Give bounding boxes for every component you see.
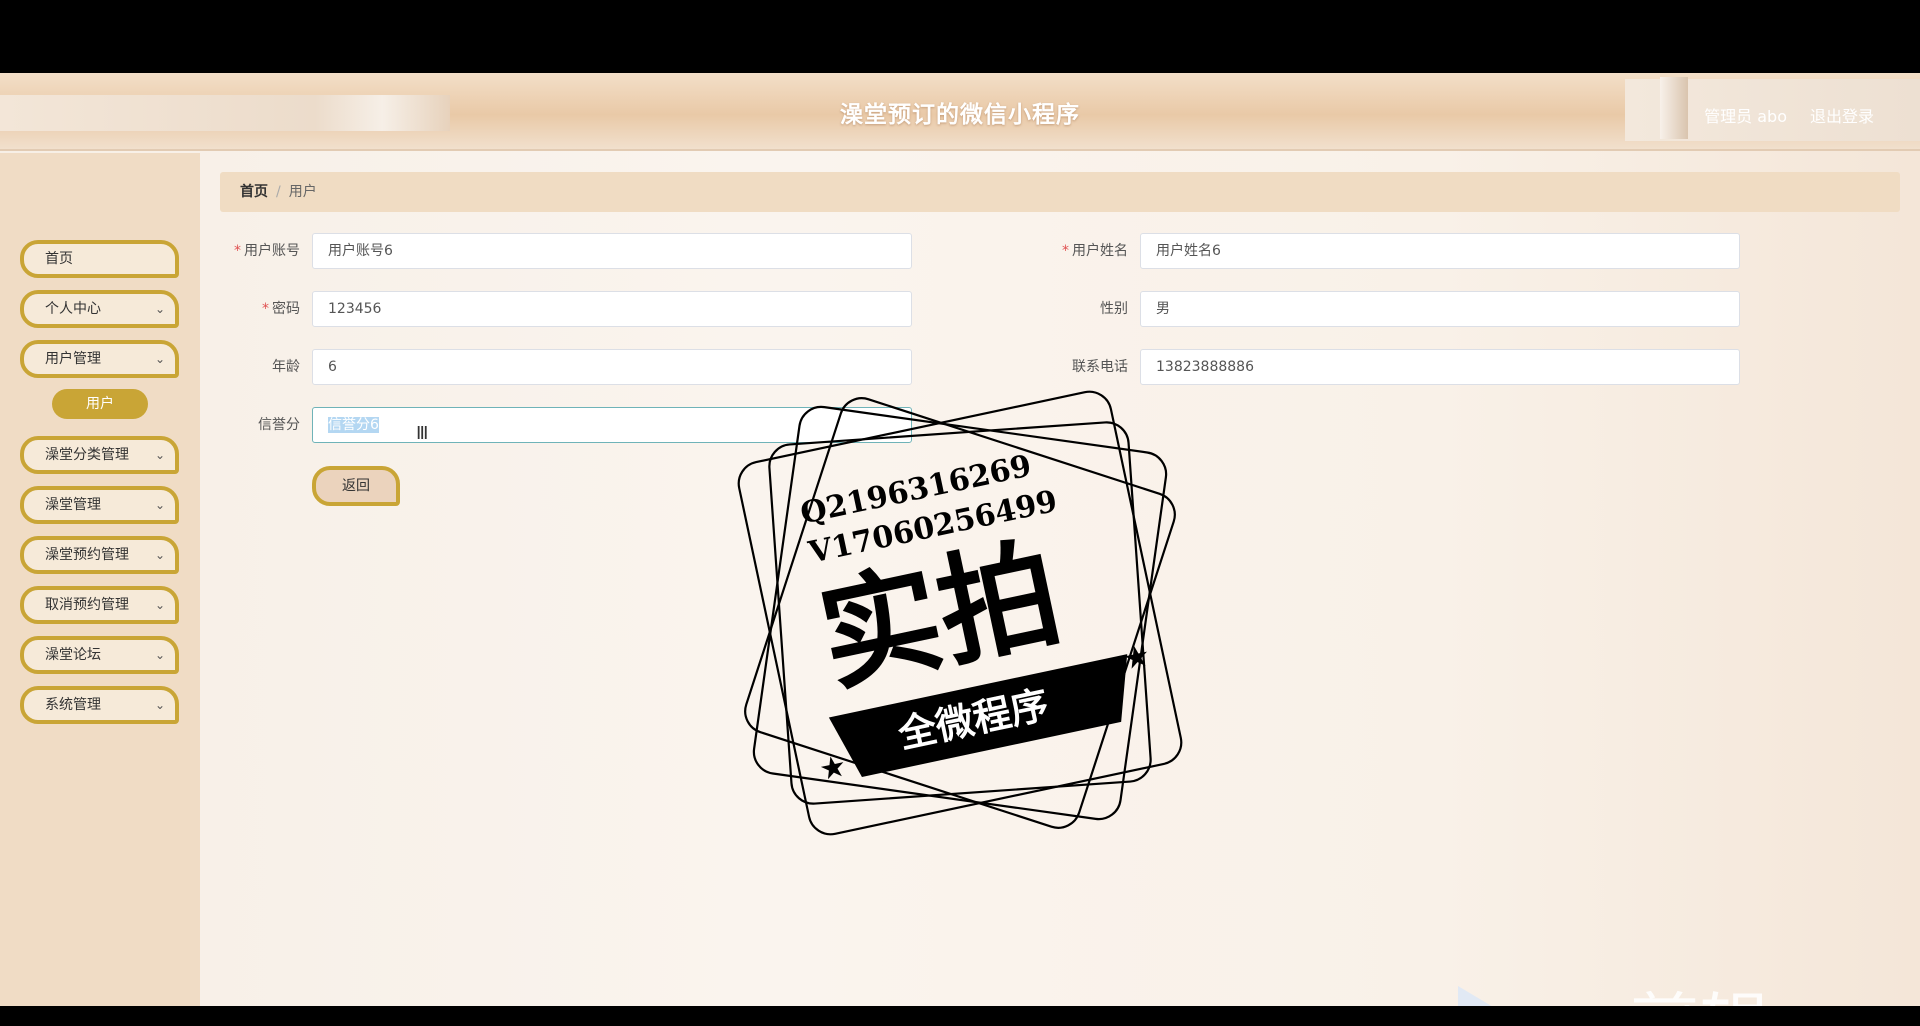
sidebar-subitem-user[interactable]: 用户: [52, 389, 148, 419]
sidebar-item-bath-management[interactable]: 澡堂管理 ⌄: [20, 486, 179, 524]
sidebar-item-label: 用户管理: [45, 351, 101, 367]
sidebar-item-label: 澡堂预约管理: [45, 547, 129, 563]
gender-label: 性别: [1100, 301, 1128, 317]
ev-watermark: ev剪辑: [1458, 985, 1770, 1006]
credit-input-selected-text: 信誉分6: [328, 417, 379, 433]
current-user: 管理员 abo: [1704, 107, 1787, 126]
sidebar-item-label: 澡堂分类管理: [45, 447, 129, 463]
site-title: 澡堂预订的微信小程序: [840, 102, 1080, 128]
video-letterbox-top: [0, 0, 1920, 73]
age-label: 年龄: [272, 359, 300, 375]
logout-link[interactable]: 退出登录: [1810, 103, 1874, 127]
sidebar-item-label: 系统管理: [45, 697, 101, 713]
required-mark: *: [262, 301, 269, 317]
chevron-down-icon: ⌄: [154, 498, 165, 512]
sidebar-item-reservation[interactable]: 澡堂预约管理 ⌄: [20, 536, 179, 574]
sidebar-item-label: 澡堂管理: [45, 497, 101, 513]
sidebar-item-forum[interactable]: 澡堂论坛 ⌄: [20, 636, 179, 674]
ev-watermark-text: ev剪辑: [1545, 985, 1770, 1006]
chevron-down-icon: ⌄: [154, 302, 165, 316]
breadcrumb-current: 用户: [288, 184, 317, 200]
sidebar-item-label: 个人中心: [45, 301, 101, 317]
sidebar-item-personal-center[interactable]: 个人中心 ⌄: [20, 290, 179, 328]
phone-input[interactable]: 13823888886: [1140, 349, 1740, 385]
account-label: * 用户账号: [234, 243, 300, 259]
stamp-watermark: Q2196316269 V17060256499 实拍 全微程序 ★ ★: [737, 390, 1183, 836]
sidebar-item-bath-category[interactable]: 澡堂分类管理 ⌄: [20, 436, 179, 474]
breadcrumb-home[interactable]: 首页: [240, 184, 268, 200]
password-input[interactable]: 123456: [312, 291, 912, 327]
text-cursor-icon: Ⅲ: [416, 423, 429, 444]
sidebar-item-label: 取消预约管理: [45, 597, 129, 613]
admin-app: 澡堂预订的微信小程序 管理员 abo 退出登录 首页 个人中心 ⌄ 用户管理 ⌄…: [0, 73, 1920, 1006]
password-label: * 密码: [262, 301, 300, 317]
chevron-down-icon: ⌄: [154, 548, 165, 562]
chevron-down-icon: ⌄: [154, 698, 165, 712]
sidebar-item-system[interactable]: 系统管理 ⌄: [20, 686, 179, 724]
sidebar: 首页 个人中心 ⌄ 用户管理 ⌄ 用户 澡堂分类管理 ⌄ 澡堂管理 ⌄ 澡堂预约…: [0, 153, 200, 1006]
chevron-down-icon: ⌄: [154, 648, 165, 662]
sidebar-item-cancel-reservation[interactable]: 取消预约管理 ⌄: [20, 586, 179, 624]
credit-label: 信誉分: [258, 417, 300, 433]
sidebar-item-home[interactable]: 首页: [20, 240, 179, 278]
play-icon: [1458, 986, 1492, 1006]
required-mark: *: [234, 243, 241, 259]
breadcrumb-separator: /: [276, 184, 281, 200]
name-input[interactable]: 用户姓名6: [1140, 233, 1740, 269]
sidebar-item-label: 澡堂论坛: [45, 647, 101, 663]
chevron-down-icon: ⌄: [154, 352, 165, 366]
sidebar-item-label: 首页: [45, 251, 73, 267]
gender-input[interactable]: 男: [1140, 291, 1740, 327]
sidebar-item-user-management[interactable]: 用户管理 ⌄: [20, 340, 179, 378]
breadcrumb: 首页 / 用户: [220, 172, 1900, 212]
chevron-down-icon: ⌄: [154, 598, 165, 612]
name-label: * 用户姓名: [1062, 243, 1128, 259]
video-letterbox-bottom: [0, 1006, 1920, 1026]
star-icon: ★: [816, 748, 850, 788]
chevron-down-icon: ⌄: [154, 448, 165, 462]
account-input[interactable]: 用户账号6: [312, 233, 912, 269]
header: 澡堂预订的微信小程序 管理员 abo 退出登录: [0, 73, 1920, 151]
back-button[interactable]: 返回: [312, 466, 400, 506]
star-icon: ★: [1120, 638, 1154, 678]
required-mark: *: [1062, 243, 1069, 259]
